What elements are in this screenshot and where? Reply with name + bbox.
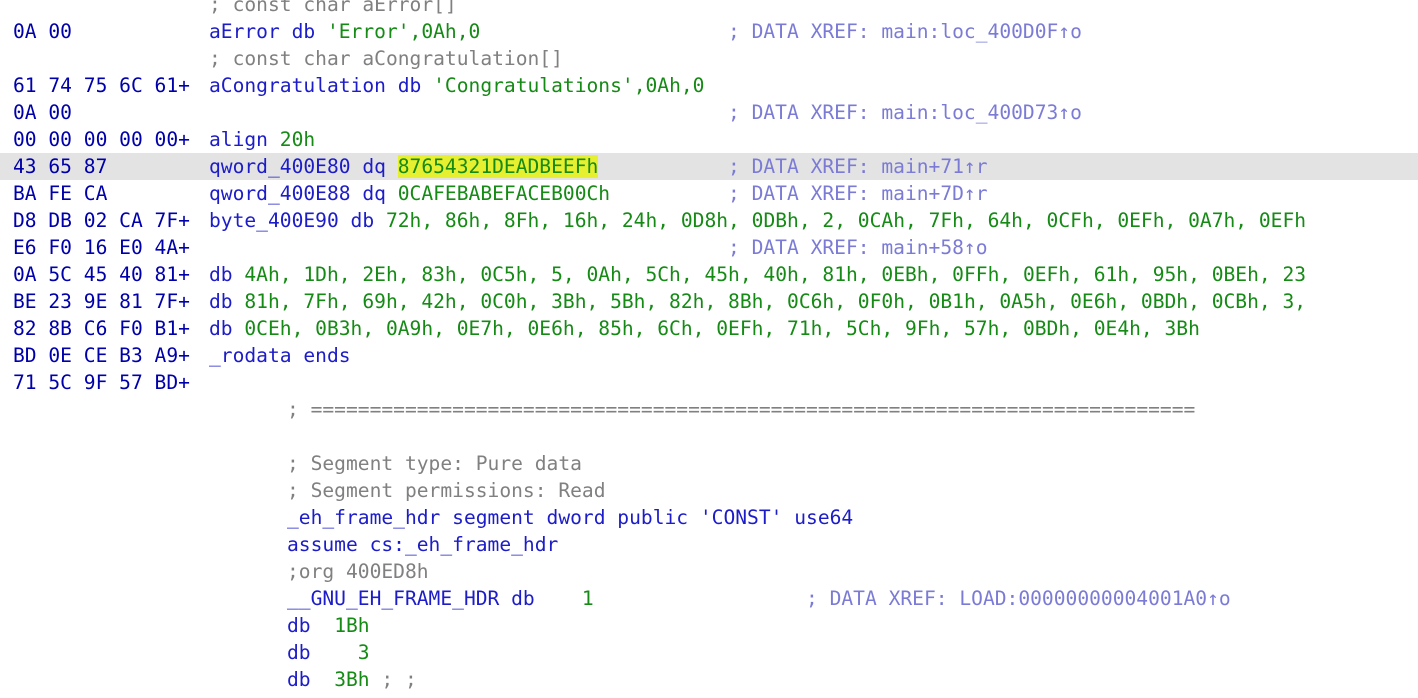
highlighted-operand[interactable]: 87654321DEADBEEFh	[397, 155, 599, 178]
listing-line[interactable]: 0A 5C 45 40 81+ db 4Ah, 1Dh, 2Eh, 83h, 0…	[0, 261, 1418, 288]
comment-text: ;org 400ED8h	[287, 560, 429, 583]
xref-comment[interactable]: ; DATA XREF: main:loc_400D0F↑o	[728, 18, 1082, 45]
operand-text: 3	[357, 641, 370, 664]
string-literal: 'Congratulations'	[433, 74, 634, 97]
listing-line[interactable]: 61 74 75 6C 61+ aCongratulation db 'Cong…	[0, 72, 1418, 99]
xref-comment[interactable]: ; DATA XREF: main+58↑o	[728, 234, 988, 261]
xref-comment[interactable]: ; DATA XREF: main+71↑r	[728, 153, 988, 180]
operand-text: 1Bh	[334, 614, 370, 637]
xref-comment[interactable]: ; DATA XREF: LOAD:00000000004001A0↑o	[806, 585, 1231, 612]
byte-column: BE 23 9E 81 7F+	[13, 290, 190, 313]
instruction-text[interactable]: _eh_frame_hdr segment dword public 'CONS…	[287, 504, 853, 531]
instruction-text[interactable]: db	[209, 263, 244, 286]
byte-column: D8 DB 02 CA 7F+	[13, 209, 190, 232]
byte-column: 0A 5C 45 40 81+	[13, 263, 190, 286]
listing-line[interactable]: ; Segment type: Pure data	[0, 450, 1418, 477]
instruction-text[interactable]: db	[287, 614, 334, 637]
listing-line[interactable]: 0A 00 aError db 'Error',0Ah,0 ; DATA XRE…	[0, 18, 1418, 45]
byte-column: 43 65 87	[13, 155, 108, 178]
instruction-text[interactable]: db	[287, 641, 358, 664]
listing-line[interactable]: ; ======================================…	[0, 396, 1418, 423]
instruction-text[interactable]: qword_400E88 dq	[209, 182, 398, 205]
operand-text: ,0Ah,0	[409, 20, 481, 43]
byte-column: 0A 00	[13, 101, 72, 124]
byte-column: 61 74 75 6C 61+	[13, 74, 190, 97]
xref-comment[interactable]: ; DATA XREF: main+7D↑r	[728, 180, 988, 207]
instruction-text[interactable]: db	[209, 290, 244, 313]
byte-column: 71 5C 9F 57 BD+	[13, 371, 190, 394]
listing-line[interactable]	[0, 423, 1418, 450]
instruction-text[interactable]: byte_400E90 db	[209, 209, 386, 232]
operand-text: 3Bh	[334, 668, 370, 691]
listing-line-selected[interactable]: 43 65 87 qword_400E80 dq 87654321DEADBEE…	[0, 153, 1418, 180]
listing-line[interactable]: ; const char aError[]	[0, 0, 1418, 18]
operand-text: 0CAFEBABEFACEB00Ch	[397, 182, 611, 205]
listing-line[interactable]: db 3	[0, 639, 1418, 666]
operand-text: 0CEh, 0B3h, 0A9h, 0E7h, 0E6h, 85h, 6Ch, …	[244, 317, 1200, 340]
instruction-text[interactable]: assume cs:_eh_frame_hdr	[287, 531, 558, 558]
operand-text: 1	[581, 587, 594, 610]
listing-line[interactable]: BE 23 9E 81 7F+ db 81h, 7Fh, 69h, 42h, 0…	[0, 288, 1418, 315]
instruction-text[interactable]: align	[209, 128, 280, 151]
listing-line[interactable]: db 1Bh	[0, 612, 1418, 639]
listing-line[interactable]: assume cs:_eh_frame_hdr	[0, 531, 1418, 558]
listing-line[interactable]: _eh_frame_hdr segment dword public 'CONS…	[0, 504, 1418, 531]
comment-text: ; Segment permissions: Read	[287, 479, 606, 502]
listing-line[interactable]: E6 F0 16 E0 4A+ ; DATA XREF: main+58↑o	[0, 234, 1418, 261]
operand-text: 81h, 7Fh, 69h, 42h, 0C0h, 3Bh, 5Bh, 82h,…	[244, 290, 1307, 313]
operand-text: ,0Ah,0	[633, 74, 705, 97]
listing-line[interactable]: BD 0E CE B3 A9+ _rodata ends	[0, 342, 1418, 369]
listing-line[interactable]: db ...	[0, 693, 1418, 698]
operand-text: 72h, 86h, 8Fh, 16h, 24h, 0D8h, 0DBh, 2, …	[385, 209, 1307, 232]
string-literal: 'Error'	[326, 20, 410, 43]
comment-text: ; const char aError[]	[209, 0, 457, 16]
instruction-text[interactable]: qword_400E80 dq	[209, 155, 398, 178]
byte-column: E6 F0 16 E0 4A+	[13, 236, 190, 259]
listing-line[interactable]: __GNU_EH_FRAME_HDR db 1 ; DATA XREF: LOA…	[0, 585, 1418, 612]
operand-text: 20h	[279, 128, 316, 151]
byte-column: 00 00 00 00 00+	[13, 128, 190, 151]
listing-line[interactable]: ; const char aCongratulation[]	[0, 45, 1418, 72]
instruction-text[interactable]: db	[209, 317, 244, 340]
listing-line[interactable]: 71 5C 9F 57 BD+	[0, 369, 1418, 396]
listing-line[interactable]: 0A 00 ; DATA XREF: main:loc_400D73↑o	[0, 99, 1418, 126]
disassembly-listing[interactable]: ; const char aError[] 0A 00 aError db 'E…	[0, 0, 1418, 698]
listing-line[interactable]: db 3Bh ; ;	[0, 666, 1418, 693]
instruction-text[interactable]: _rodata ends	[209, 344, 351, 367]
byte-column: 0A 00	[13, 20, 72, 43]
comment-text: ; ;	[369, 668, 417, 691]
xref-comment[interactable]: ; DATA XREF: main:loc_400D73↑o	[728, 99, 1082, 126]
instruction-text[interactable]: aError db	[209, 20, 327, 43]
listing-line[interactable]: D8 DB 02 CA 7F+ byte_400E90 db 72h, 86h,…	[0, 207, 1418, 234]
instruction-text[interactable]: db	[287, 668, 334, 691]
byte-column: BD 0E CE B3 A9+	[13, 344, 190, 367]
listing-line[interactable]: 82 8B C6 F0 B1+ db 0CEh, 0B3h, 0A9h, 0E7…	[0, 315, 1418, 342]
listing-line[interactable]: BA FE CA qword_400E88 dq 0CAFEBABEFACEB0…	[0, 180, 1418, 207]
byte-column: 82 8B C6 F0 B1+	[13, 317, 190, 340]
operand-text: 4Ah, 1Dh, 2Eh, 83h, 0C5h, 5, 0Ah, 5Ch, 4…	[244, 263, 1307, 286]
comment-text: ; Segment type: Pure data	[287, 452, 582, 475]
instruction-text[interactable]: aCongratulation db	[209, 74, 433, 97]
listing-line[interactable]: 00 00 00 00 00+ align 20h	[0, 126, 1418, 153]
listing-line[interactable]: ; Segment permissions: Read	[0, 477, 1418, 504]
instruction-text[interactable]: __GNU_EH_FRAME_HDR db	[287, 587, 582, 610]
separator-comment: ; ======================================…	[287, 398, 1196, 421]
comment-text: ; const char aCongratulation[]	[209, 47, 563, 70]
listing-line[interactable]: ;org 400ED8h	[0, 558, 1418, 585]
byte-column: BA FE CA	[13, 182, 108, 205]
